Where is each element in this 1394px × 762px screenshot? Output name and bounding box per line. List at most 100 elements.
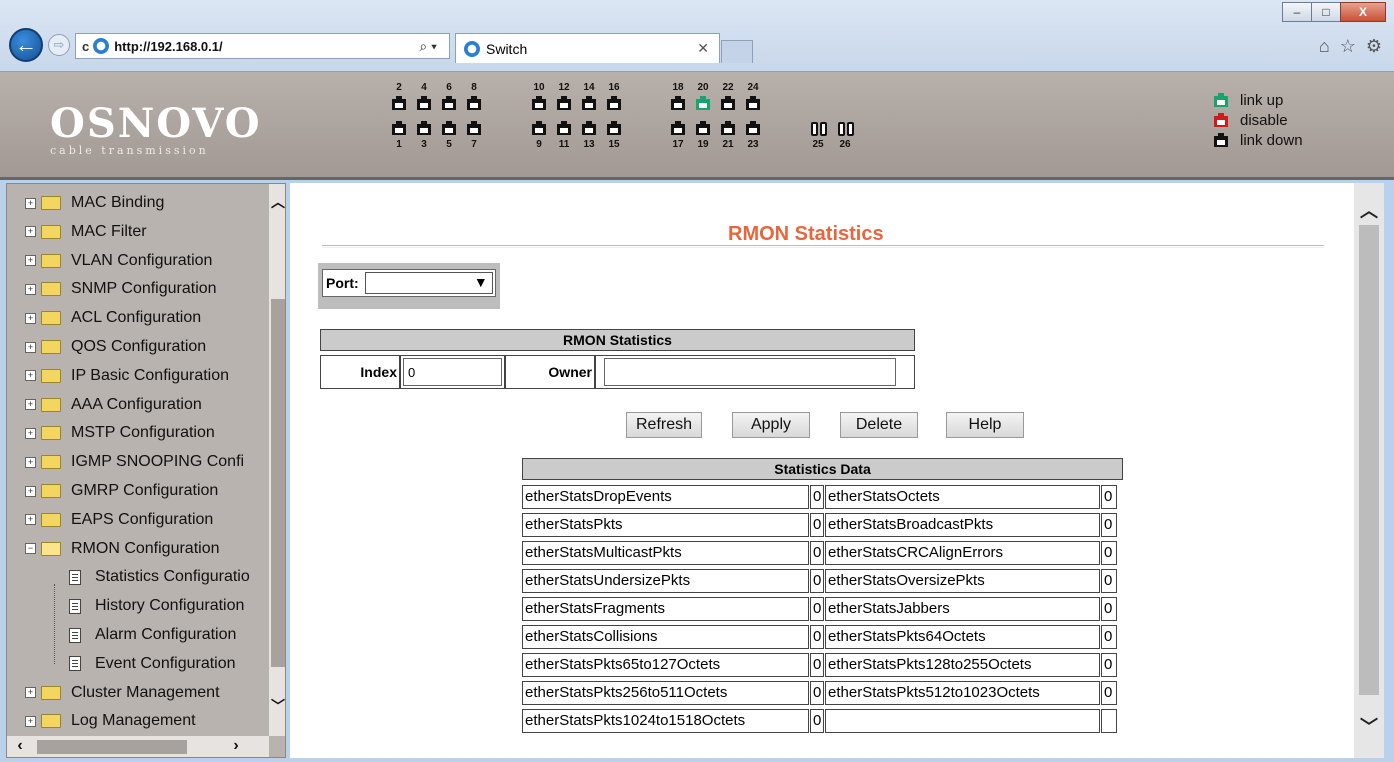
port-13-icon[interactable] <box>582 121 596 135</box>
collapse-icon[interactable]: − <box>25 543 36 555</box>
chevron-down-icon[interactable]: ▼ <box>474 274 488 290</box>
port-8-icon[interactable] <box>467 96 481 110</box>
help-button[interactable]: Help <box>946 412 1024 438</box>
sidebar-item[interactable]: History Configuration <box>7 592 244 620</box>
port-7-icon[interactable] <box>467 121 481 135</box>
address-bar[interactable]: c http://192.168.0.1/ ⌕ ▾ <box>75 33 450 59</box>
port-22-icon[interactable] <box>721 96 735 110</box>
port-select[interactable]: ▼ <box>364 272 493 294</box>
url-text[interactable]: http://192.168.0.1/ <box>114 39 222 54</box>
sidebar-item[interactable]: + MSTP Configuration <box>7 419 215 447</box>
main-vertical-scrollbar[interactable]: ︿ ﹀ <box>1354 183 1384 758</box>
fiber-port-26-icon[interactable] <box>838 122 856 136</box>
port-12-icon[interactable] <box>557 96 571 110</box>
search-icon[interactable]: ⌕ ▾ <box>419 38 437 55</box>
expand-icon[interactable]: + <box>25 514 36 526</box>
port-6-icon[interactable] <box>442 96 456 110</box>
sidebar-item[interactable]: + SNMP Configuration <box>7 275 217 303</box>
port-10-icon[interactable] <box>532 96 546 110</box>
sidebar-item[interactable]: + QOS Configuration <box>7 333 206 361</box>
port-11-icon[interactable] <box>557 121 571 135</box>
sidebar-item[interactable]: Event Configuration <box>7 650 236 678</box>
fiber-port-25-icon[interactable] <box>811 122 829 136</box>
gear-icon[interactable]: ⚙ <box>1366 36 1382 57</box>
expand-icon[interactable]: + <box>25 399 36 411</box>
port-17-icon[interactable] <box>671 121 685 135</box>
port-24-icon[interactable] <box>746 96 760 110</box>
expand-icon[interactable]: + <box>25 715 36 727</box>
sidebar-item[interactable]: Alarm Configuration <box>7 621 236 649</box>
minimize-button[interactable]: – <box>1282 2 1312 22</box>
stat-name-cell: etherStatsOctets <box>825 485 1100 509</box>
sidebar-item[interactable]: + IP Basic Configuration <box>7 362 229 390</box>
stat-name-cell <box>825 709 1100 733</box>
new-tab-button[interactable] <box>721 40 753 63</box>
port-2-icon[interactable] <box>392 96 406 110</box>
expand-icon[interactable]: + <box>25 456 36 468</box>
scroll-up-icon[interactable]: ︿ <box>1354 197 1384 221</box>
port-14-icon[interactable] <box>582 96 596 110</box>
close-window-button[interactable]: X <box>1340 2 1386 22</box>
port-1-icon[interactable] <box>392 121 406 135</box>
sidebar-item[interactable]: + ACL Configuration <box>7 304 201 332</box>
expand-icon[interactable]: + <box>25 197 36 209</box>
sidebar-item[interactable]: + IGMP SNOOPING Confi <box>7 448 244 476</box>
sidebar-item[interactable]: + AAA Configuration <box>7 391 202 419</box>
sidebar-scroll-thumb[interactable] <box>271 299 285 667</box>
expand-icon[interactable]: + <box>25 255 36 267</box>
expand-icon[interactable]: + <box>25 312 36 324</box>
scroll-left-icon[interactable]: ‹ <box>11 737 29 755</box>
main-scroll-thumb[interactable] <box>1359 225 1379 695</box>
scroll-up-icon[interactable]: ︿ <box>269 192 285 210</box>
maximize-button[interactable]: □ <box>1311 2 1341 22</box>
refresh-button[interactable]: Refresh <box>626 412 702 438</box>
sidebar-horizontal-scrollbar[interactable]: ‹ › <box>7 736 269 757</box>
expand-icon[interactable]: + <box>25 485 36 497</box>
sidebar-item[interactable]: + VLAN Configuration <box>7 247 212 275</box>
port-3-icon[interactable] <box>417 121 431 135</box>
port-5-icon[interactable] <box>442 121 456 135</box>
sidebar-item[interactable]: − RMON Configuration <box>7 535 220 563</box>
port-15-icon[interactable] <box>607 121 621 135</box>
port-9-icon[interactable] <box>532 121 546 135</box>
port-18-icon[interactable] <box>671 96 685 110</box>
expand-icon[interactable]: + <box>25 370 36 382</box>
close-tab-icon[interactable]: ✕ <box>697 40 709 57</box>
sidebar-item[interactable]: + MAC Filter <box>7 218 147 246</box>
star-icon[interactable]: ☆ <box>1340 36 1356 57</box>
scroll-down-icon[interactable]: ﹀ <box>1354 713 1384 737</box>
expand-icon[interactable]: + <box>25 226 36 238</box>
back-button[interactable]: ← <box>9 28 43 62</box>
sidebar-hscroll-thumb[interactable] <box>37 740 187 754</box>
expand-icon[interactable]: + <box>25 341 36 353</box>
scroll-down-icon[interactable]: ﹀ <box>269 696 285 714</box>
browser-tools: ⌂ ☆ ⚙ <box>1319 36 1382 57</box>
browser-tab[interactable]: Switch ✕ <box>455 33 720 63</box>
forward-button[interactable]: ⇨ <box>48 34 70 56</box>
index-input[interactable]: 0 <box>403 358 502 386</box>
port-23-icon[interactable] <box>746 121 760 135</box>
port-4-icon[interactable] <box>417 96 431 110</box>
sidebar-item[interactable]: + MAC Binding <box>7 189 164 217</box>
table-row: etherStatsMulticastPkts 0 etherStatsCRCAli… <box>522 539 1118 567</box>
sidebar-item[interactable]: Statistics Configuratio <box>7 563 250 591</box>
port-21-icon[interactable] <box>721 121 735 135</box>
home-icon[interactable]: ⌂ <box>1319 36 1330 57</box>
stat-name-cell: etherStatsUndersizePkts <box>522 569 809 593</box>
sidebar-item[interactable]: + EAPS Configuration <box>7 506 213 534</box>
expand-icon[interactable]: + <box>25 687 36 699</box>
scroll-right-icon[interactable]: › <box>227 737 245 755</box>
expand-icon[interactable]: + <box>25 427 36 439</box>
sidebar-vertical-scrollbar[interactable]: ︿ ﹀ <box>269 184 285 736</box>
port-19-icon[interactable] <box>696 121 710 135</box>
port-20-icon[interactable] <box>696 96 710 110</box>
sidebar-item[interactable]: + Cluster Management <box>7 679 220 707</box>
sidebar-item[interactable]: + Log Management <box>7 707 196 735</box>
delete-button[interactable]: Delete <box>840 412 918 438</box>
reload-icon[interactable]: c <box>82 39 89 54</box>
apply-button[interactable]: Apply <box>732 412 810 438</box>
expand-icon[interactable]: + <box>25 283 36 295</box>
port-16-icon[interactable] <box>607 96 621 110</box>
sidebar-item[interactable]: + GMRP Configuration <box>7 477 218 505</box>
owner-input[interactable] <box>604 358 896 386</box>
